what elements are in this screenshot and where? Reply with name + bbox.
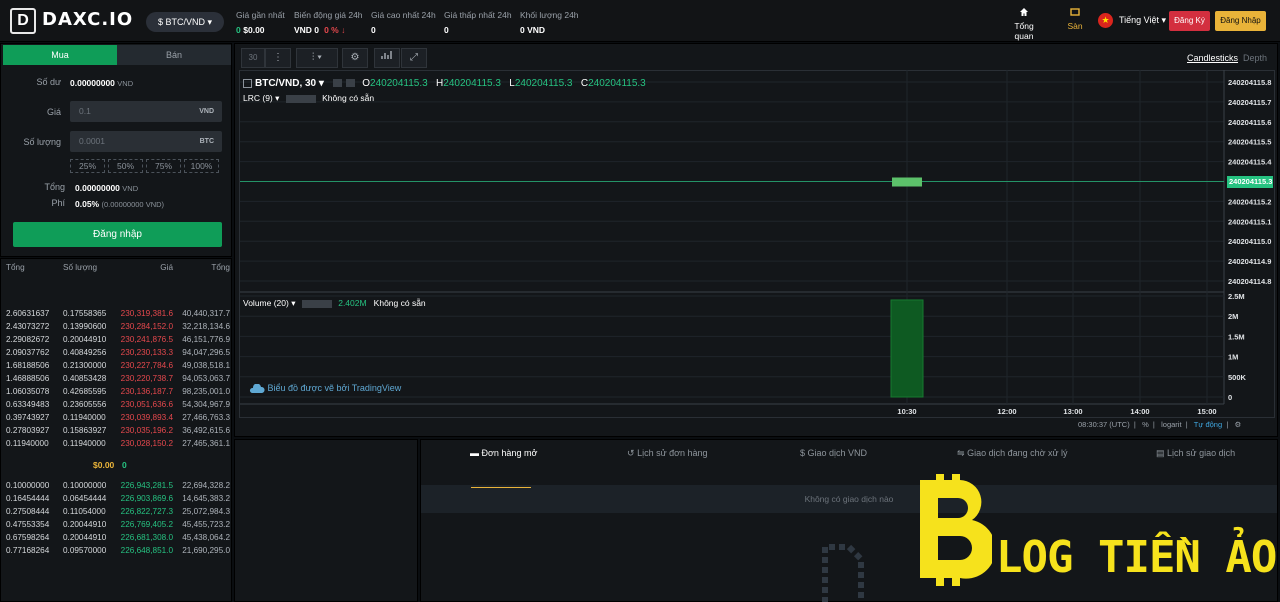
candle <box>892 177 922 187</box>
volume-legend: Volume (20) ▾ 2.402M Không có sẵn <box>243 298 426 309</box>
indicator-legend: LRC (9) ▾ Không có sẵn <box>243 93 374 104</box>
y-tick-label: 240204115.6 <box>1228 118 1271 127</box>
eye-icon[interactable] <box>332 79 342 88</box>
y-tick-label: 240204115.7 <box>1228 98 1271 107</box>
tab-label: Đơn hàng mở <box>481 448 538 458</box>
y-tick-label: 240204115.1 <box>1228 217 1271 226</box>
indicator-name[interactable]: LRC (9) ▾ <box>243 93 279 103</box>
y-tick-label: 240204115.5 <box>1228 138 1271 147</box>
blog-logo-b-icon <box>906 474 996 586</box>
indicator-status: Không có sẵn <box>322 93 375 103</box>
close-icon[interactable] <box>346 79 356 88</box>
ohlc-values: O240204115.3 H240204115.3 L240204115.3 C… <box>362 78 645 89</box>
volume-tick-label: 1.5M <box>1228 332 1245 341</box>
x-tick-label: 10:30 <box>897 407 916 416</box>
x-tick-label: 15:00 <box>1197 407 1216 416</box>
tab-label: Giao dịch VND <box>807 448 868 458</box>
history-icon: ↺ <box>627 448 635 458</box>
tab-open-orders[interactable]: ▬ Đơn hàng mở <box>470 448 537 458</box>
log-toggle[interactable]: logarit <box>1161 420 1181 429</box>
volume-controls-icon[interactable] <box>301 299 332 308</box>
volume-bar <box>890 299 924 398</box>
high-value: 240204115.3 <box>443 78 501 89</box>
auto-toggle[interactable]: Tự động <box>1194 420 1222 429</box>
y-tick-label: 240204114.9 <box>1228 257 1271 266</box>
low-value: 240204115.3 <box>514 78 573 89</box>
volume-name[interactable]: Volume (20) ▾ <box>243 298 295 308</box>
open-key: O <box>362 78 371 89</box>
orders-empty-text: Không có giao dịch nào <box>804 494 894 504</box>
indicator-controls-icon[interactable] <box>285 94 316 103</box>
pending-icon: ⇋ <box>957 448 965 458</box>
blog-watermark: LOG TIỀN ẢO <box>996 532 1277 583</box>
tab-transaction-history[interactable]: ▤ Lịch sử giao dịch <box>1156 448 1235 459</box>
empty-document-icon <box>822 544 864 602</box>
tradingview-watermark[interactable]: Biểu đồ được vẽ bởi TradingView <box>249 383 401 394</box>
tab-label: Lịch sử giao dịch <box>1167 448 1236 458</box>
tab-pending-transactions[interactable]: ⇋ Giao dịch đang chờ xử lý <box>957 448 1068 459</box>
percent-toggle[interactable]: % <box>1142 420 1149 429</box>
open-orders-icon: ▬ <box>470 448 479 458</box>
legend-symbol[interactable]: BTC/VND, 30 ▾ <box>255 78 324 89</box>
volume-value: 2.402M <box>338 298 367 308</box>
active-tab-underline <box>471 487 531 488</box>
tab-label: Lịch sử đơn hàng <box>637 448 708 458</box>
y-tick-label: 240204114.8 <box>1228 277 1271 286</box>
gear-icon[interactable]: ⚙ <box>1235 420 1242 429</box>
tab-label: Giao dịch đang chờ xử lý <box>967 448 1068 458</box>
volume-tick-label: 1M <box>1228 353 1238 362</box>
open-value: 240204115.3 <box>370 78 428 89</box>
tab-order-history[interactable]: ↺ Lịch sử đơn hàng <box>627 448 708 459</box>
close-key: C <box>580 78 589 89</box>
y-tick-label: 240204115.4 <box>1228 158 1272 167</box>
current-price-tag: 240204115.3 <box>1227 176 1273 188</box>
close-value: 240204115.3 <box>588 78 646 89</box>
volume-tick-label: 2.5M <box>1228 292 1245 301</box>
dollar-icon: $ <box>800 448 806 458</box>
volume-tick-label: 500K <box>1228 373 1247 382</box>
y-tick-label: 240204115.0 <box>1228 237 1271 246</box>
watermark-text: Biểu đồ được vẽ bởi TradingView <box>267 383 402 393</box>
chart-legend: BTC/VND, 30 ▾ O240204115.3 H240204115.3 … <box>243 78 646 89</box>
list-icon: ▤ <box>1156 448 1165 458</box>
trades-panel <box>234 439 418 602</box>
x-tick-label: 13:00 <box>1063 407 1082 416</box>
y-tick-label: 240204115.2 <box>1228 197 1271 206</box>
cloud-icon <box>249 383 265 393</box>
footer-time: 08:30:37 (UTC) <box>1078 420 1130 429</box>
volume-tick-label: 0 <box>1228 393 1232 402</box>
volume-tick-label: 2M <box>1228 312 1238 321</box>
x-tick-label: 12:00 <box>997 407 1016 416</box>
tab-vnd-transactions[interactable]: $ Giao dịch VND <box>800 448 867 458</box>
volume-status: Không có sẵn <box>373 298 426 308</box>
chart-footer: 08:30:37 (UTC) | % | logarit | Tự động |… <box>1078 420 1242 429</box>
y-tick-label: 240204115.8 <box>1228 78 1271 87</box>
x-tick-label: 14:00 <box>1130 407 1149 416</box>
collapse-icon[interactable] <box>243 78 252 88</box>
